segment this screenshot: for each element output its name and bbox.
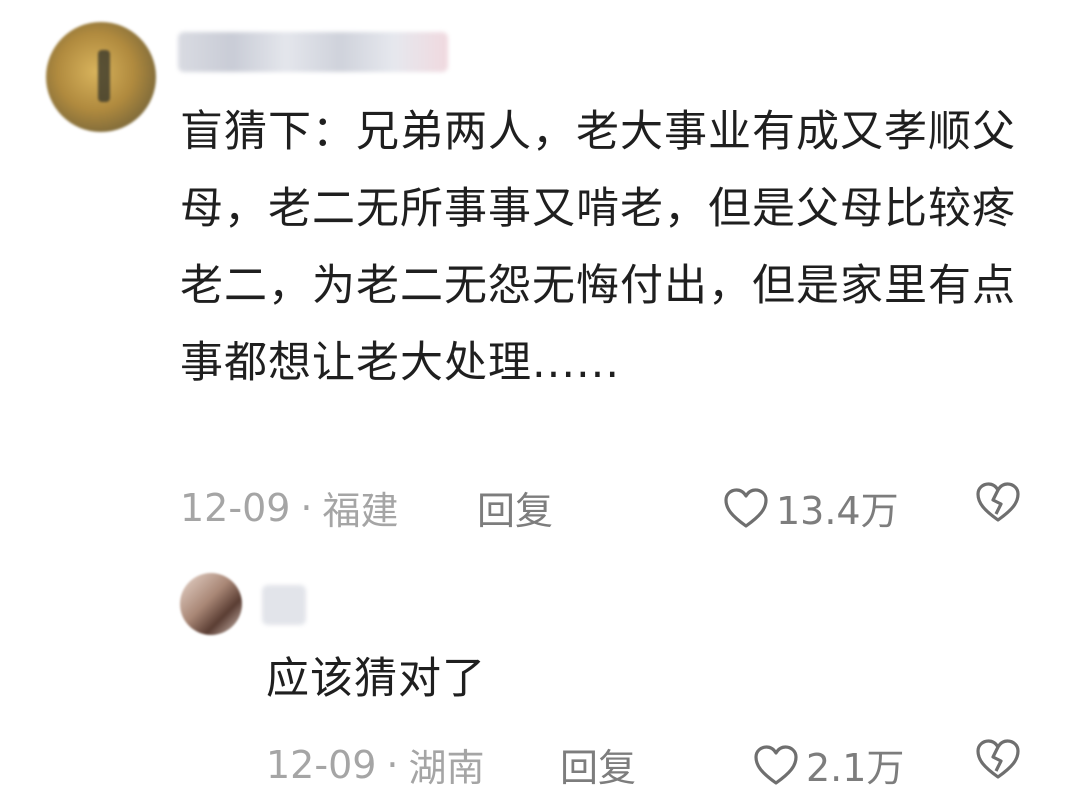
reply-meta: 12-09 · 湖南 [266,737,485,792]
broken-heart-icon [976,739,1020,779]
reply-location: 湖南 [408,746,485,790]
reply-text: 应该猜对了 [266,654,486,704]
broken-heart-icon [976,482,1020,522]
reply-button[interactable]: 回复 [477,480,553,535]
comment-meta: 12-09 · 福建 [180,480,399,535]
username-blurred[interactable] [178,32,448,72]
meta-separator: · [300,485,313,530]
like-button[interactable]: 2.1万 [752,737,904,792]
reply-username-blurred[interactable] [262,585,306,625]
comment-date: 12-09 [180,485,291,530]
like-button[interactable]: 13.4万 [722,480,899,535]
comment-text: 盲猜下：兄弟两人，老大事业有成又孝顺父母，老二无所事事又啃老，但是父母比较疼老二… [180,107,1016,388]
like-count: 2.1万 [806,746,905,790]
reply-date: 12-09 [266,742,377,787]
meta-separator: · [386,742,399,787]
heart-outline-icon [754,744,798,785]
reply-user-avatar[interactable] [180,573,242,635]
dislike-button[interactable] [973,480,1023,528]
user-avatar[interactable] [46,22,156,132]
heart-outline-icon [724,487,768,528]
reply-button[interactable]: 回复 [560,737,636,792]
like-count: 13.4万 [776,489,899,533]
dislike-button[interactable] [973,737,1023,785]
comment-location: 福建 [322,489,399,533]
